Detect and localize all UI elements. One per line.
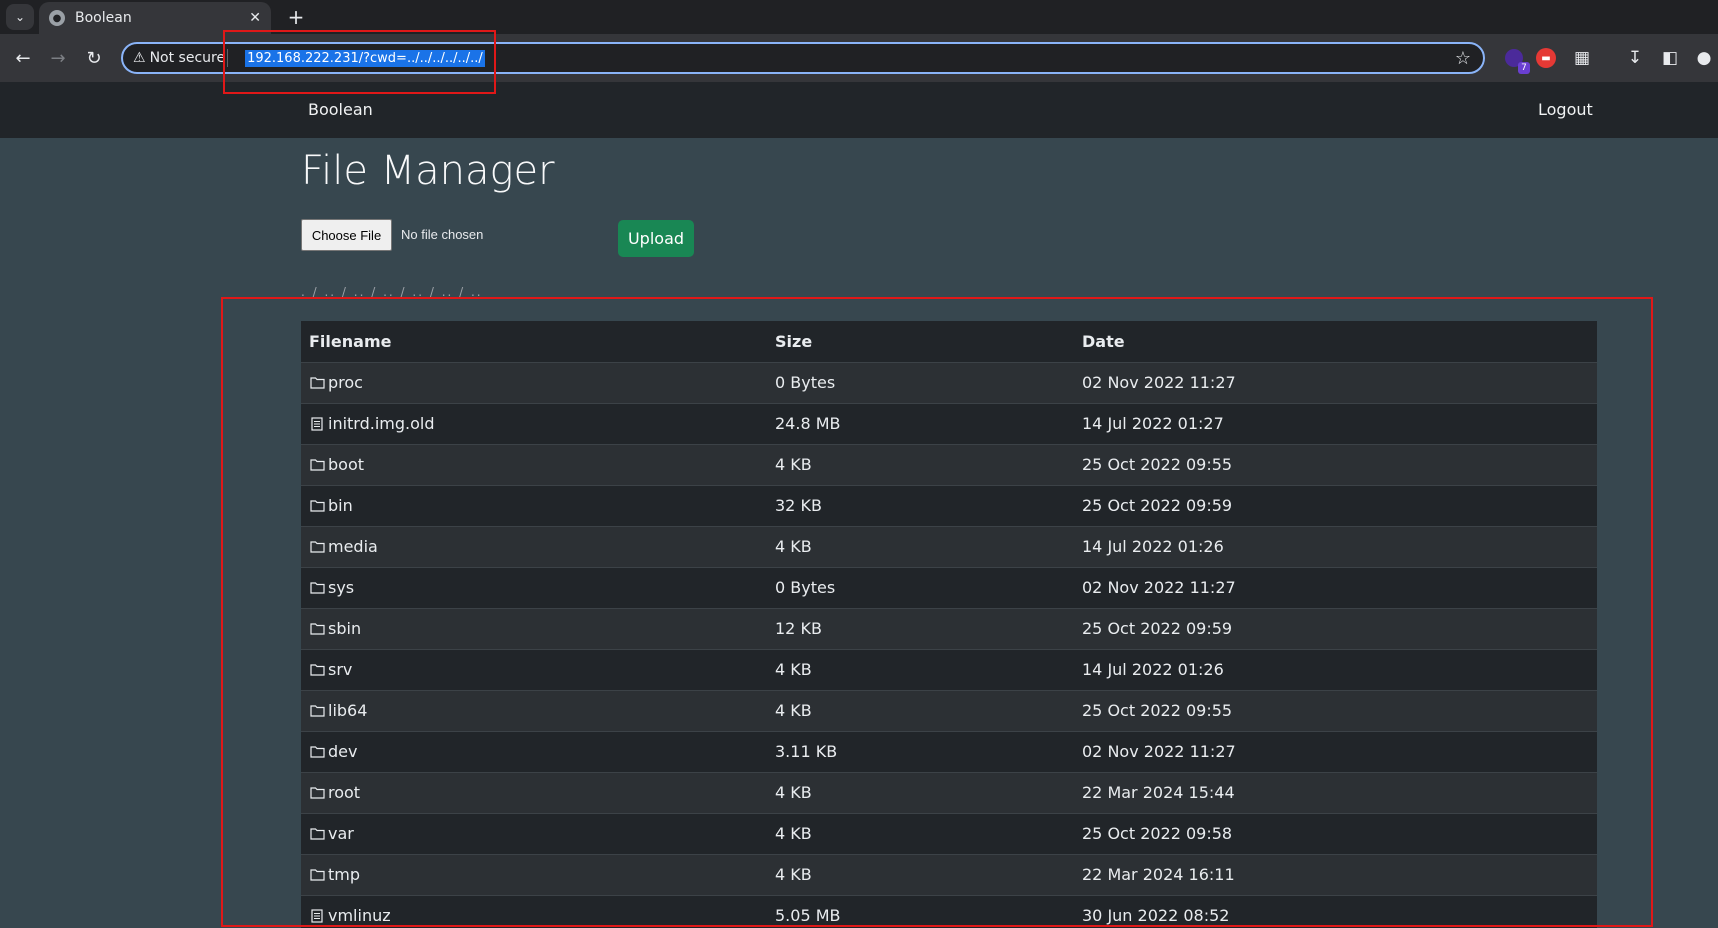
close-icon[interactable]: ✕ [249,10,261,26]
globe-icon: ● [49,10,65,26]
reload-button[interactable]: ↻ [81,45,107,71]
reload-icon: ↻ [86,47,102,69]
puzzle-icon: ▦ [1573,48,1591,68]
chevron-down-icon: ⌄ [14,10,26,24]
warning-icon: ⚠ [133,50,146,66]
profile-button[interactable]: ● [1692,46,1716,70]
forward-button[interactable]: → [45,45,71,71]
extension-badge: 7 [1518,62,1530,74]
no-file-label: No file chosen [401,227,484,242]
choose-file-button[interactable]: Choose File [301,219,392,251]
table-highlight-box [221,297,1653,927]
extensions-button[interactable]: ▦ [1570,46,1594,70]
star-icon[interactable]: ☆ [1455,48,1471,69]
logout-link[interactable]: Logout [1538,100,1593,119]
arrow-left-icon: ← [15,47,31,69]
person-icon: ● [1696,48,1712,68]
page-title: File Manager [301,148,555,194]
breadcrumb[interactable]: . / .. / .. / .. / .. / .. / .. [301,285,483,297]
new-tab-button[interactable]: + [283,4,309,30]
upload-button[interactable]: Upload [618,220,694,257]
tab-title: Boolean [75,10,132,26]
stop-icon: ▬ [1536,48,1556,68]
side-panel-button[interactable]: ◧ [1658,46,1682,70]
downloads-button[interactable]: ↧ [1623,46,1647,70]
side-panel-icon: ◧ [1661,48,1679,68]
site-brand[interactable]: Boolean [308,100,373,119]
browser-tabstrip: ⌄ ● Boolean ✕ + [0,0,1718,34]
url-highlight-box [223,30,496,94]
back-button[interactable]: ← [10,45,36,71]
blocker-extension-button[interactable]: ▬ [1534,46,1558,70]
security-label[interactable]: Not secure [150,50,226,66]
download-icon: ↧ [1627,48,1643,68]
extension-button[interactable]: 7 [1502,46,1530,74]
arrow-right-icon: → [50,47,66,69]
tab-search-button[interactable]: ⌄ [6,4,34,30]
